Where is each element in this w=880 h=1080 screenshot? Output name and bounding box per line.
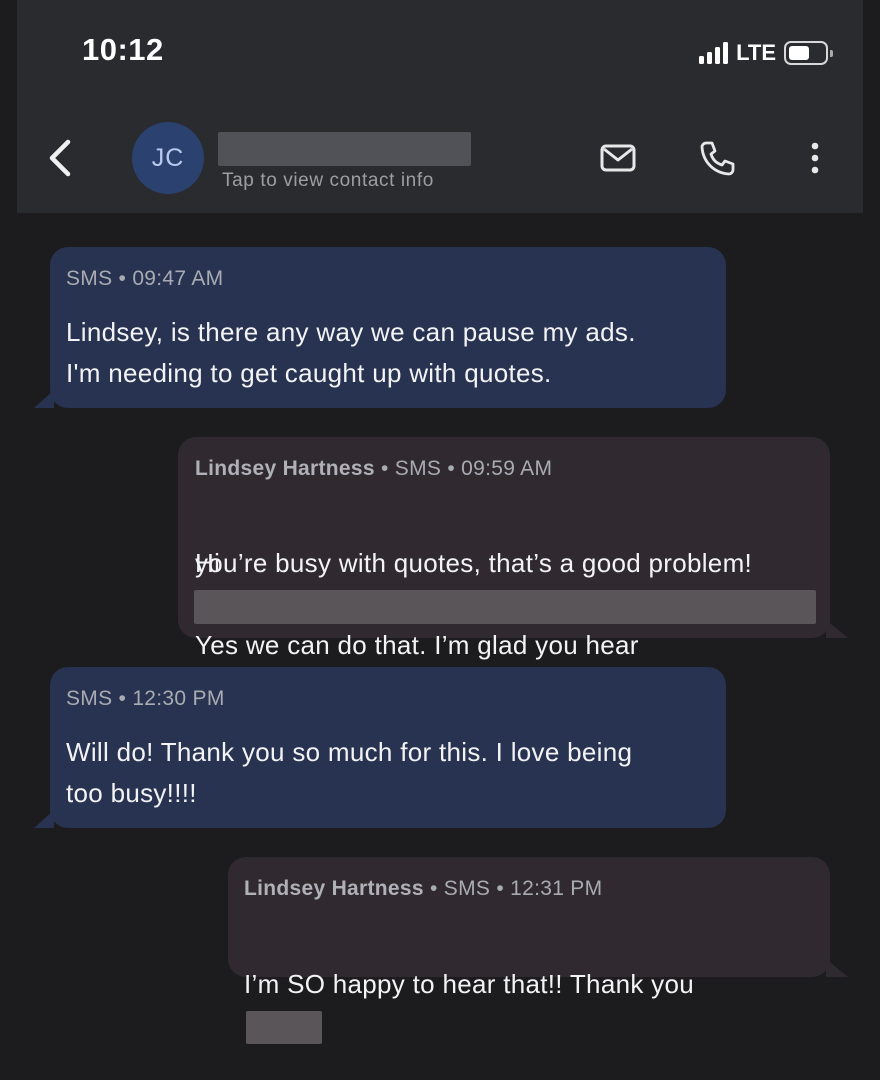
message-text: Will do! Thank you so much for this. I l… [66, 737, 633, 808]
redacted-text [194, 590, 816, 624]
cellular-signal-icon [699, 42, 729, 64]
message-bubble-incoming[interactable]: SMS • 12:30 PM Will do! Thank you so muc… [34, 667, 726, 828]
contact-name-redacted[interactable] [218, 132, 471, 166]
sender-name: Lindsey Hartness [195, 457, 375, 480]
message-text-rest: Yes we can do that. I’m glad you hear [195, 630, 639, 660]
message-meta-detail: • SMS • 09:59 AM [374, 457, 553, 480]
call-button[interactable] [697, 138, 737, 178]
message-text-start: I’m SO happy to hear that!! Thank you [244, 969, 694, 999]
message-meta: SMS • 09:47 AM [66, 267, 224, 290]
sms-conversation-screen: 10:12 LTE JC Tap to view contact info SM… [0, 0, 880, 1080]
message-text: I’m SO happy to hear that!! Thank you [244, 923, 694, 1046]
phone-icon [700, 141, 735, 176]
message-text-line2: you’re busy with quotes, that’s a good p… [195, 548, 753, 578]
message-meta: SMS • 12:30 PM [66, 687, 225, 710]
message-bubble-incoming[interactable]: SMS • 09:47 AM Lindsey, is there any way… [34, 247, 726, 408]
more-vertical-icon [811, 142, 819, 174]
message-bubble-outgoing[interactable]: Lindsey Hartness • SMS • 09:59 AM Hi Yes… [178, 437, 848, 660]
message-meta-detail: • SMS • 12:31 PM [423, 877, 603, 900]
message-text: Hi Yes we can do that. I’m glad you hear [195, 502, 639, 666]
status-time: 10:12 [82, 32, 164, 67]
status-indicators: LTE [699, 38, 833, 68]
redacted-name [246, 1010, 322, 1044]
network-type: LTE [736, 40, 776, 65]
message-text: Lindsey, is there any way we can pause m… [66, 317, 636, 388]
mail-button[interactable] [598, 138, 638, 178]
contact-avatar[interactable]: JC [132, 122, 204, 194]
battery-level-fill [789, 46, 809, 60]
contact-info-hint[interactable]: Tap to view contact info [222, 170, 434, 192]
avatar-initials: JC [151, 143, 185, 172]
more-options-button[interactable] [795, 138, 835, 178]
message-meta: Lindsey Hartness • SMS • 12:31 PM [244, 877, 602, 901]
battery-icon [784, 41, 833, 65]
sender-name: Lindsey Hartness [244, 877, 424, 900]
back-arrow-icon [49, 139, 71, 177]
message-bubble-outgoing[interactable]: Lindsey Hartness • SMS • 12:31 PM I’m SO… [228, 857, 848, 1044]
back-button[interactable] [44, 136, 78, 180]
mail-icon [600, 144, 636, 172]
message-meta: Lindsey Hartness • SMS • 09:59 AM [195, 457, 552, 481]
